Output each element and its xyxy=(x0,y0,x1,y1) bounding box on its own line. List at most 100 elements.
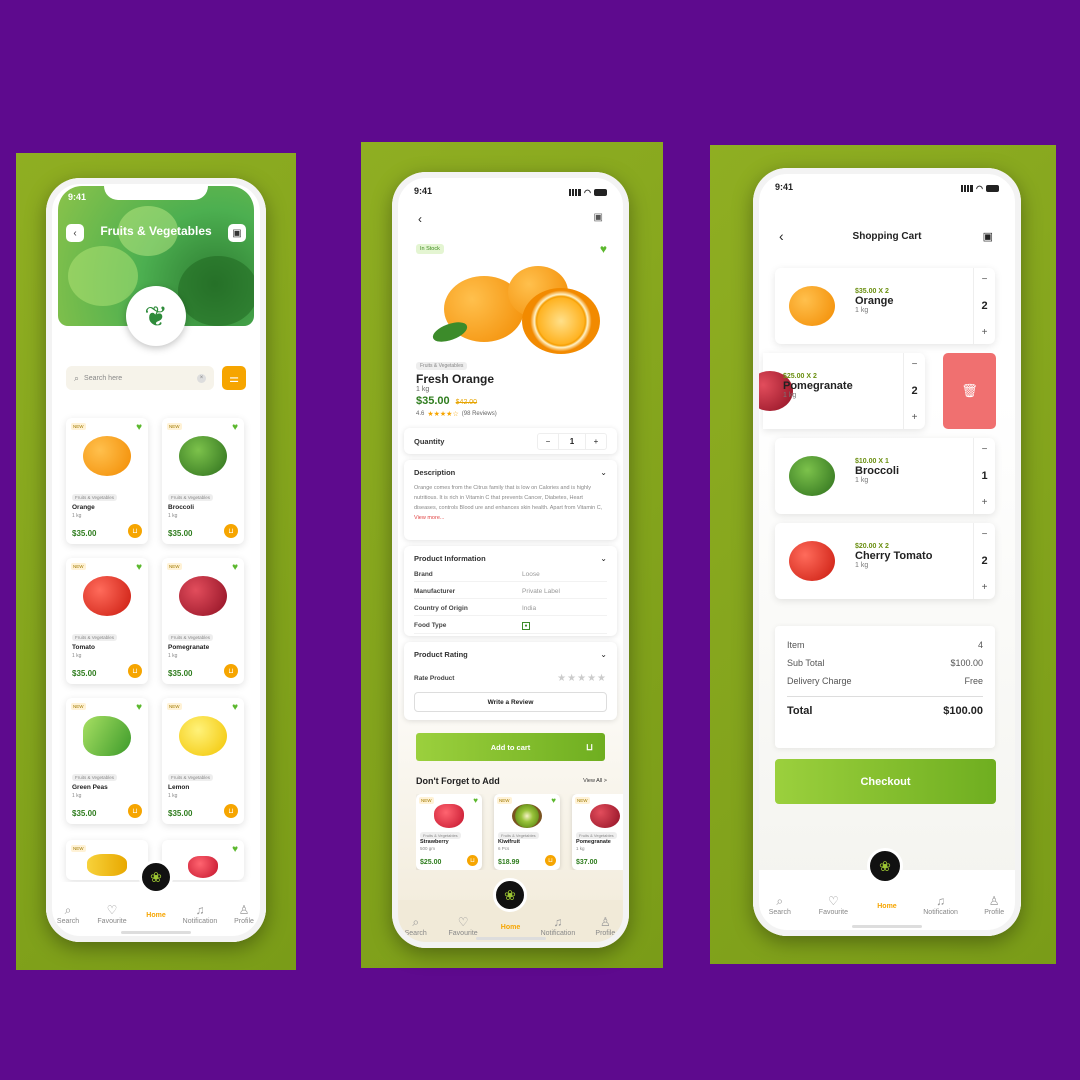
decrement-button[interactable]: − xyxy=(538,434,558,449)
tab-favourite[interactable]: ♡ Favourite xyxy=(439,916,486,937)
product-card[interactable]: NEW ♥ Fruits & Vegetables Orange 1 kg $3… xyxy=(66,418,148,544)
cart-button[interactable]: ▣ xyxy=(228,224,246,242)
chevron-down-icon[interactable]: ⌄ xyxy=(600,650,607,659)
increment-button[interactable]: + xyxy=(982,582,988,593)
pineapple-icon: ❦ xyxy=(144,300,168,332)
tab-home[interactable]: Home xyxy=(487,922,534,931)
product-card[interactable]: NEW ♥ Fruits & Vegetables Pomegranate 1 … xyxy=(162,558,244,684)
product-card-partial[interactable]: NEW xyxy=(66,840,148,880)
bag-icon: ⊔ xyxy=(228,668,234,675)
delete-button[interactable]: 🗑 xyxy=(943,353,996,429)
cart-icon[interactable]: ▣ xyxy=(983,230,993,243)
tab-search[interactable]: ⌕ Search xyxy=(755,895,805,916)
checkout-button[interactable]: Checkout xyxy=(775,759,996,804)
tab-profile[interactable]: ♙ Profile xyxy=(969,895,1019,916)
decrement-button[interactable]: − xyxy=(912,359,918,370)
increment-button[interactable]: + xyxy=(982,497,988,508)
tab-notification[interactable]: ♫ Notification xyxy=(178,904,222,925)
decrement-button[interactable]: − xyxy=(982,529,988,540)
add-to-cart-label: Add to cart xyxy=(490,742,531,752)
chevron-down-icon[interactable]: ⌄ xyxy=(600,468,607,477)
cart-item[interactable]: $25.00 X 2 Pomegranate 1 kg − 2 + xyxy=(753,353,925,429)
product-qty: 6 Pcs xyxy=(498,846,510,851)
tab-profile[interactable]: ♙ Profile xyxy=(222,904,266,925)
home-fab[interactable]: ❀ xyxy=(139,860,173,894)
product-card[interactable]: NEW ♥ Fruits & Vegetables Broccoli 1 kg … xyxy=(162,418,244,544)
heart-icon[interactable]: ♥ xyxy=(232,562,238,573)
view-more-link[interactable]: View more... xyxy=(414,515,444,521)
back-button[interactable]: ‹ xyxy=(66,224,84,242)
cart-icon[interactable]: ▣ xyxy=(594,212,603,223)
suggestion-list: NEW ♥ Fruits & Vegetables Strawberry 500… xyxy=(416,794,629,870)
heart-icon[interactable]: ♥ xyxy=(232,422,238,433)
product-category: Fruits & Vegetables xyxy=(72,774,118,781)
heart-icon[interactable]: ♥ xyxy=(551,796,556,805)
tab-search[interactable]: ⌕ Search xyxy=(46,904,90,925)
quantity-stepper[interactable]: − 2 + xyxy=(903,353,925,429)
cart-icon: ▣ xyxy=(232,227,242,239)
heart-icon[interactable]: ♥ xyxy=(136,422,142,433)
quantity-stepper[interactable]: − 2 + xyxy=(973,268,995,344)
search-icon: ⌕ xyxy=(64,902,72,917)
increment-button[interactable]: + xyxy=(982,327,988,338)
heart-icon[interactable]: ♥ xyxy=(232,844,238,855)
tab-profile[interactable]: ♙ Profile xyxy=(582,916,629,937)
heart-icon[interactable]: ♥ xyxy=(136,702,142,713)
quantity-stepper[interactable]: − 2 + xyxy=(973,523,995,599)
total-label: Total xyxy=(787,705,813,717)
suggest-card[interactable]: NEW ♥ Fruits & Vegetables Strawberry 500… xyxy=(416,794,482,870)
add-to-cart-button[interactable]: Add to cart ⊔ xyxy=(416,733,605,761)
chevron-down-icon[interactable]: ⌄ xyxy=(600,554,607,563)
tab-home[interactable]: Home xyxy=(862,901,912,910)
heart-icon[interactable]: ♥ xyxy=(473,796,478,805)
heart-icon[interactable]: ♥ xyxy=(232,702,238,713)
tab-favourite[interactable]: ♡ Favourite xyxy=(808,895,858,916)
increment-button[interactable]: + xyxy=(586,434,606,449)
product-name: Cherry Tomato xyxy=(855,550,933,562)
tab-notification[interactable]: ♫ Notification xyxy=(916,895,966,916)
decrement-button[interactable]: − xyxy=(982,274,988,285)
add-to-cart-button[interactable]: ⊔ xyxy=(467,855,478,866)
add-to-cart-button[interactable]: ⊔ xyxy=(545,855,556,866)
cart-item[interactable]: $10.00 X 1 Broccoli 1 kg − 1 + xyxy=(775,438,995,514)
filter-button[interactable]: ⚌ xyxy=(222,366,246,390)
add-to-cart-button[interactable]: ⊔ xyxy=(224,664,238,678)
product-card[interactable]: NEW ♥ Fruits & Vegetables Green Peas 1 k… xyxy=(66,698,148,824)
add-to-cart-button[interactable]: ⊔ xyxy=(128,524,142,538)
new-badge: NEW xyxy=(167,703,182,710)
search-input[interactable]: ⌕ Search here × xyxy=(66,366,214,390)
info-value: Loose xyxy=(522,571,540,578)
product-card[interactable]: NEW ♥ Fruits & Vegetables Tomato 1 kg $3… xyxy=(66,558,148,684)
add-to-cart-button[interactable]: ⊔ xyxy=(128,664,142,678)
basket-logo-icon: ❀ xyxy=(879,857,891,874)
add-to-cart-button[interactable]: ⊔ xyxy=(128,804,142,818)
heart-icon[interactable]: ♥ xyxy=(600,242,607,256)
rate-stars[interactable]: ★★★★★ xyxy=(557,673,607,684)
product-card[interactable]: NEW ♥ Fruits & Vegetables Lemon 1 kg $35… xyxy=(162,698,244,824)
heart-icon[interactable]: ♥ xyxy=(136,562,142,573)
product-card-partial[interactable]: ♥ xyxy=(162,840,244,880)
product-price: $35.00 xyxy=(72,809,97,818)
tab-favourite[interactable]: ♡ Favourite xyxy=(90,904,134,925)
write-review-button[interactable]: Write a Review xyxy=(414,692,607,712)
status-time: 9:41 xyxy=(414,186,433,196)
add-to-cart-button[interactable]: ⊔ xyxy=(224,524,238,538)
increment-button[interactable]: + xyxy=(912,412,918,423)
home-fab[interactable]: ❀ xyxy=(493,878,527,912)
quantity-stepper[interactable]: − 1 + xyxy=(973,438,995,514)
suggest-card[interactable]: NEW ♥ Fruits & Vegetables Kiwifruit 6 Pc… xyxy=(494,794,560,870)
add-to-cart-button[interactable]: ⊔ xyxy=(224,804,238,818)
home-fab[interactable]: ❀ xyxy=(867,848,903,884)
tab-search[interactable]: ⌕ Search xyxy=(392,916,439,937)
decrement-button[interactable]: − xyxy=(982,444,988,455)
tab-notification[interactable]: ♫ Notification xyxy=(534,916,581,937)
cart-item[interactable]: $20.00 X 2 Cherry Tomato 1 kg − 2 + xyxy=(775,523,995,599)
veg-icon: ● xyxy=(522,622,530,630)
clear-icon[interactable]: × xyxy=(197,373,206,383)
view-all-link[interactable]: View All > xyxy=(583,778,607,784)
cart-item[interactable]: $35.00 X 2 Orange 1 kg − 2 + xyxy=(775,268,995,344)
add-to-cart-button[interactable]: ⊔ xyxy=(623,855,629,866)
tab-home[interactable]: Home xyxy=(134,910,178,919)
suggest-card[interactable]: NEW ♥ Fruits & Vegetables Pomegranate 1 … xyxy=(572,794,629,870)
back-button[interactable]: ‹ xyxy=(418,212,422,226)
